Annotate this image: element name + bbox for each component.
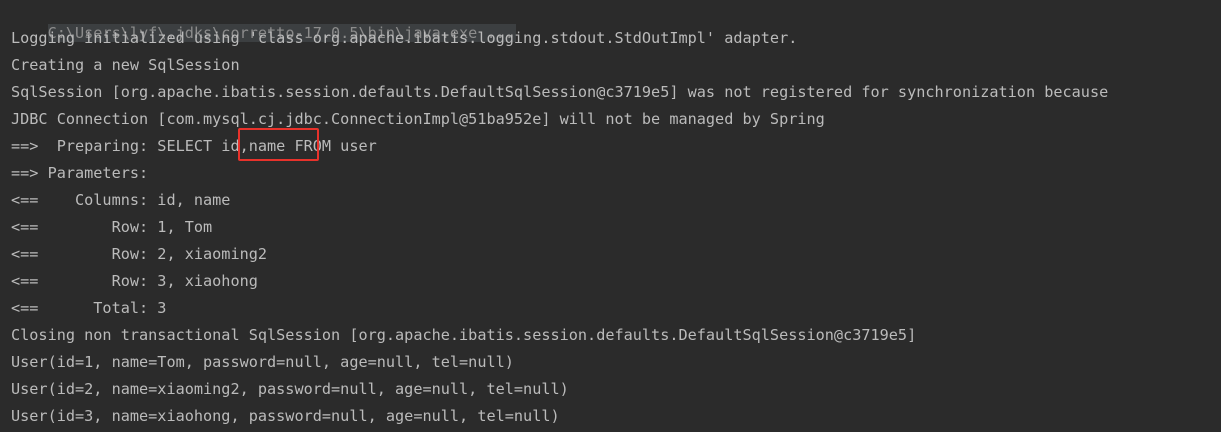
console-line: <== Row: 1, Tom	[11, 218, 213, 236]
console-line: <== Row: 2, xiaoming2	[11, 245, 268, 263]
console-line: ==> Parameters:	[11, 164, 158, 182]
console-output[interactable]: C:\Users\lyf\.jdks\corretto-17.0.5\bin\j…	[0, 0, 1221, 432]
console-line: <== Total: 3	[11, 299, 167, 317]
console-line: SqlSession [org.apache.ibatis.session.de…	[11, 83, 1109, 101]
console-line: Logging initialized using 'class org.apa…	[11, 29, 798, 47]
console-line: JDBC Connection [com.mysql.cj.jdbc.Conne…	[11, 110, 825, 128]
console-line: Creating a new SqlSession	[11, 56, 240, 74]
console-line: <== Columns: id, name	[11, 191, 231, 209]
console-line: User(id=3, name=xiaohong, password=null,…	[11, 407, 560, 425]
console-line: User(id=1, name=Tom, password=null, age=…	[11, 353, 514, 371]
console-line: User(id=2, name=xiaoming2, password=null…	[11, 380, 569, 398]
console-line: Closing non transactional SqlSession [or…	[11, 326, 917, 344]
highlight-annotation-box	[238, 128, 319, 161]
console-line: <== Row: 3, xiaohong	[11, 272, 258, 290]
command-line: C:\Users\lyf\.jdks\corretto-17.0.5\bin\j…	[11, 0, 516, 42]
console-line-preparing: ==> Preparing: SELECT id,name FROM user	[11, 137, 377, 155]
